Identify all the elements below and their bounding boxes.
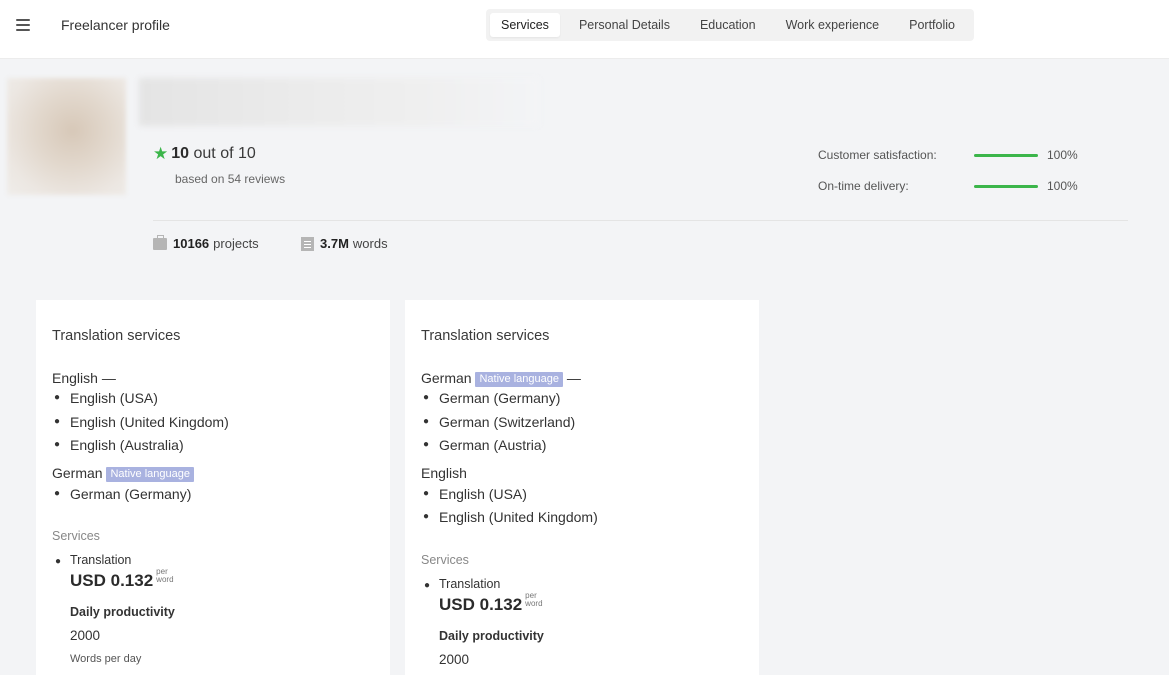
language-variant: ● English (USA) bbox=[54, 390, 158, 406]
rating-score: 10 bbox=[171, 145, 190, 162]
language-name: English bbox=[421, 465, 467, 481]
price-unit: per word bbox=[156, 567, 174, 584]
briefcase-icon bbox=[153, 234, 167, 250]
on-time-delivery-metric: On-time delivery: 100% bbox=[818, 179, 1078, 193]
profile-tabs: Services Personal Details Education Work… bbox=[486, 9, 974, 41]
metric-value: 100% bbox=[1047, 179, 1078, 193]
card-title: Translation services bbox=[421, 328, 550, 344]
rating-out-of: out of 10 bbox=[193, 145, 256, 162]
words-label: words bbox=[352, 236, 388, 251]
tab-portfolio[interactable]: Portfolio bbox=[894, 13, 970, 37]
hamburger-menu-icon[interactable] bbox=[16, 19, 30, 31]
language-variant: ● English (United Kingdom) bbox=[423, 509, 598, 525]
variant-label: German (Switzerland) bbox=[439, 414, 576, 430]
divider bbox=[153, 220, 1128, 221]
language-dash: — bbox=[101, 370, 116, 386]
native-language-badge: Native language bbox=[106, 467, 194, 482]
services-heading: Services bbox=[421, 553, 469, 567]
language-heading: German Native language — bbox=[421, 370, 581, 387]
projects-count: 10166 bbox=[173, 236, 210, 251]
metric-progress-bar bbox=[974, 185, 1038, 188]
variant-label: English (USA) bbox=[70, 390, 158, 406]
productivity-value: 2000 bbox=[439, 652, 470, 667]
language-variant: ● German (Germany) bbox=[423, 390, 561, 406]
service-card: Translation services German Native langu… bbox=[405, 300, 759, 675]
tab-services[interactable]: Services bbox=[490, 13, 560, 37]
language-variant: ● English (USA) bbox=[423, 486, 527, 502]
variant-label: German (Austria) bbox=[439, 437, 547, 453]
rating: ★ 10 out of 10 bbox=[153, 144, 256, 164]
service-item: ● Translation bbox=[424, 577, 501, 591]
variant-label: German (Germany) bbox=[439, 390, 561, 406]
productivity-label: Daily productivity bbox=[439, 629, 544, 643]
projects-stat: 10166 projects bbox=[153, 234, 259, 251]
language-name: German bbox=[421, 370, 472, 386]
document-icon bbox=[301, 236, 314, 251]
language-variant: ● German (Austria) bbox=[423, 437, 547, 453]
service-name: Translation bbox=[439, 577, 501, 591]
language-heading: English bbox=[421, 465, 467, 481]
price-value: USD 0.132 bbox=[70, 571, 154, 590]
language-name: English bbox=[52, 370, 98, 386]
reviews-count: based on 54 reviews bbox=[175, 172, 286, 186]
metric-progress-bar bbox=[974, 154, 1038, 157]
services-heading: Services bbox=[52, 529, 100, 543]
card-title: Translation services bbox=[52, 328, 181, 344]
star-icon: ★ bbox=[153, 144, 169, 163]
price-value: USD 0.132 bbox=[439, 595, 523, 614]
price-unit: per word bbox=[525, 591, 543, 608]
productivity-value: 2000 bbox=[70, 628, 101, 643]
service-price: USD 0.132 per word bbox=[70, 568, 174, 591]
page-title: Freelancer profile bbox=[61, 17, 170, 33]
variant-label: English (United Kingdom) bbox=[70, 414, 229, 430]
service-name: Translation bbox=[70, 553, 132, 567]
top-bar: Freelancer profile Services Personal Det… bbox=[0, 0, 1169, 59]
language-variant: ● German (Switzerland) bbox=[423, 414, 576, 430]
tab-personal-details[interactable]: Personal Details bbox=[564, 13, 685, 37]
variant-label: English (Australia) bbox=[70, 437, 184, 453]
metric-label: On-time delivery: bbox=[818, 179, 909, 193]
service-card: Translation services English — ● English … bbox=[36, 300, 390, 675]
customer-satisfaction-metric: Customer satisfaction: 100% bbox=[818, 148, 1078, 162]
native-language-badge: Native language bbox=[475, 372, 563, 387]
language-variant: ● German (Germany) bbox=[54, 486, 192, 502]
variant-label: German (Germany) bbox=[70, 486, 192, 502]
language-heading: German Native language bbox=[52, 465, 194, 482]
words-stat: 3.7M words bbox=[301, 236, 388, 251]
words-count: 3.7M bbox=[320, 236, 349, 251]
service-item: ● Translation bbox=[55, 553, 132, 567]
productivity-label: Daily productivity bbox=[70, 605, 175, 619]
tab-education[interactable]: Education bbox=[685, 13, 771, 37]
variant-label: English (United Kingdom) bbox=[439, 509, 598, 525]
profile-name-redacted bbox=[139, 78, 539, 126]
service-price: USD 0.132 per word bbox=[439, 592, 543, 615]
metric-label: Customer satisfaction: bbox=[818, 148, 937, 162]
productivity-unit: Words per day bbox=[70, 653, 142, 665]
metric-value: 100% bbox=[1047, 148, 1078, 162]
language-variant: ● English (United Kingdom) bbox=[54, 414, 229, 430]
tab-work-experience[interactable]: Work experience bbox=[771, 13, 895, 37]
variant-label: English (USA) bbox=[439, 486, 527, 502]
language-name: German bbox=[52, 465, 103, 481]
language-dash: — bbox=[566, 370, 581, 386]
language-heading: English — bbox=[52, 370, 116, 386]
projects-label: projects bbox=[213, 236, 259, 251]
avatar bbox=[7, 78, 126, 195]
language-variant: ● English (Australia) bbox=[54, 437, 184, 453]
